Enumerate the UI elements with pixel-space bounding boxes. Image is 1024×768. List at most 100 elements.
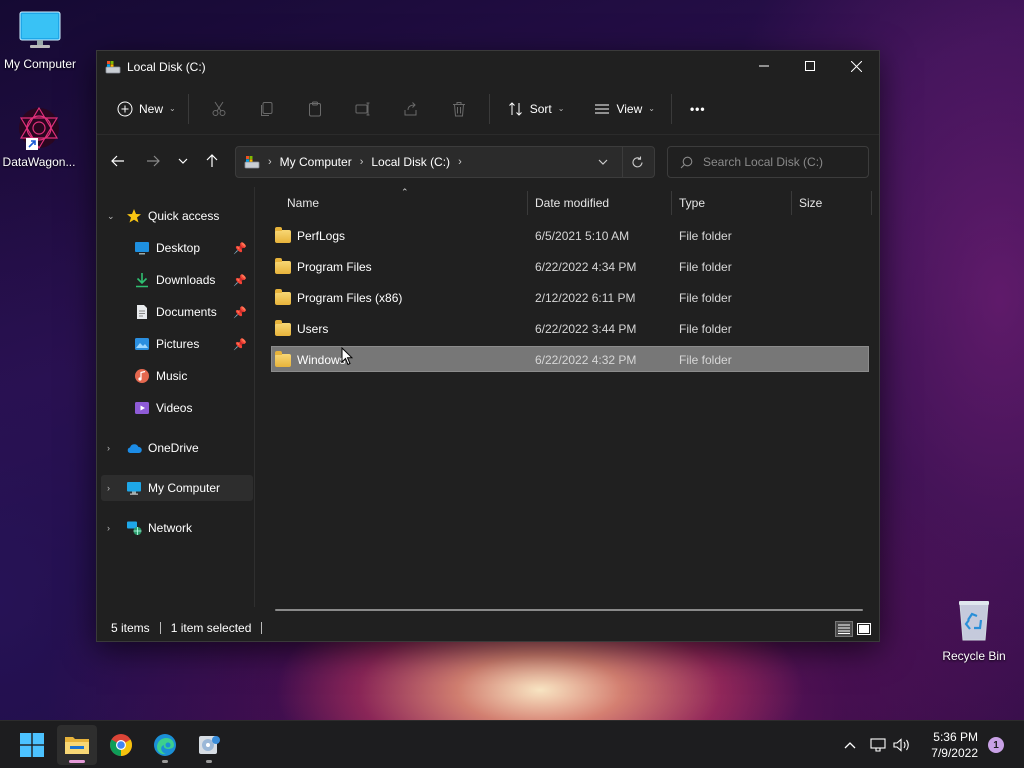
document-icon [137,305,147,319]
sidebar-item-downloads[interactable]: Downloads 📌 [101,267,253,293]
sidebar-item-pictures[interactable]: Pictures 📌 [101,331,253,357]
pin-icon[interactable]: 📌 [233,338,247,351]
sidebar-item-videos[interactable]: Videos [101,395,253,421]
desktop-icon-recycle-bin[interactable]: Recycle Bin [934,598,1014,663]
cloud-icon [127,444,142,453]
taskbar-app[interactable] [189,725,229,765]
column-header-date-modified[interactable]: Date modified [529,187,671,219]
up-button[interactable] [198,149,226,173]
pictures-icon [135,338,149,350]
name-cell: PerfLogs [275,223,345,249]
plus-circle-icon [117,101,133,116]
chevron-right-icon[interactable]: › [360,156,364,168]
active-app-indicator [69,760,85,763]
notification-badge[interactable]: 1 [988,737,1004,753]
chevron-right-icon[interactable]: › [268,156,272,168]
chevron-right-icon[interactable]: › [107,523,110,533]
divider [261,622,263,634]
forward-button[interactable] [139,149,167,173]
sidebar-item-network[interactable]: › Network [101,515,253,541]
share-button[interactable] [387,93,435,125]
address-bar[interactable]: › My Computer › Local Disk (C:) › [235,146,655,178]
taskbar-edge[interactable] [145,725,185,765]
sidebar-item-label: My Computer [148,481,221,495]
column-header-type[interactable]: Type [673,187,791,219]
chevron-right-icon[interactable]: › [107,483,110,493]
maximize-button[interactable] [787,51,833,81]
desktop-icon-label: Recycle Bin [942,649,1006,663]
sidebar-item-music[interactable]: Music [101,363,253,389]
chevron-down-icon[interactable]: ⌄ [107,211,115,222]
sidebar-item-documents[interactable]: Documents 📌 [101,299,253,325]
sidebar-item-onedrive[interactable]: › OneDrive [101,435,253,461]
breadcrumb-my-computer[interactable]: My Computer [280,155,352,169]
recent-locations-button[interactable] [169,149,197,173]
breadcrumb-local-disk[interactable]: Local Disk (C:) [371,155,450,169]
table-row[interactable]: Program Files (x86) 2/12/2022 6:11 PM Fi… [271,285,869,311]
title-bar[interactable]: Local Disk (C:) [97,51,879,83]
taskbar-chrome[interactable] [101,725,141,765]
type-cell: File folder [679,291,732,305]
refresh-button[interactable] [622,147,652,177]
chevron-right-icon[interactable]: › [458,156,462,168]
folder-icon [275,257,291,274]
back-button[interactable] [104,149,132,173]
table-row[interactable]: Users 6/22/2022 3:44 PM File folder [271,316,869,342]
pin-icon[interactable]: 📌 [233,274,247,287]
column-divider[interactable] [671,191,672,215]
network-status-button[interactable] [868,735,888,755]
edge-icon [154,734,176,756]
chevron-right-icon[interactable]: › [107,443,110,453]
volume-button[interactable] [892,735,912,755]
horizontal-scrollbar[interactable] [275,609,863,611]
column-divider[interactable] [871,191,872,215]
name-cell: Program Files [275,254,372,280]
scissors-icon [212,101,226,116]
delete-button[interactable] [435,93,483,125]
show-hidden-icons-button[interactable] [840,735,860,755]
column-divider[interactable] [791,191,792,215]
sidebar-item-my-computer[interactable]: › My Computer [101,475,253,501]
divider [670,93,672,124]
pin-icon[interactable]: 📌 [233,306,247,319]
sidebar-item-quick-access[interactable]: ⌄ Quick access [101,203,253,229]
clock[interactable]: 5:36 PM 7/9/2022 [931,729,978,761]
column-header-row: ⌃ Name Date modified Type Size [271,187,872,219]
address-history-button[interactable] [588,147,618,177]
sidebar-item-desktop[interactable]: Desktop 📌 [101,235,253,261]
sidebar-item-label: Videos [156,401,193,415]
command-bar: New ⌄ Sort ⌄ View ⌄ ••• [97,83,879,135]
folder-icon [275,350,291,367]
start-button[interactable] [12,725,52,765]
minimize-button[interactable] [741,51,787,81]
column-divider[interactable] [527,191,528,215]
rename-button[interactable] [339,93,387,125]
date-cell: 6/22/2022 4:34 PM [535,260,637,274]
search-box[interactable]: Search Local Disk (C:) [667,146,869,178]
table-row-selected[interactable]: Windows 6/22/2022 4:32 PM File folder [271,346,869,372]
table-row[interactable]: PerfLogs 6/5/2021 5:10 AM File folder [271,223,869,249]
sort-button[interactable]: Sort ⌄ [502,93,571,125]
desktop-icon-datawagon[interactable]: DataWagon... [0,104,80,169]
search-icon [680,156,693,168]
details-view-button[interactable] [835,621,853,637]
copy-button[interactable] [243,93,291,125]
pin-icon[interactable]: 📌 [233,242,247,255]
column-header-size[interactable]: Size [793,187,869,219]
paste-button[interactable] [291,93,339,125]
search-placeholder: Search Local Disk (C:) [703,155,824,169]
new-button[interactable]: New ⌄ [111,93,182,125]
more-options-button[interactable]: ••• [684,93,712,125]
close-button[interactable] [833,51,879,81]
view-button[interactable]: View ⌄ [588,93,661,125]
new-button-label: New [139,101,164,116]
taskbar-file-explorer[interactable] [57,725,97,765]
download-icon [136,273,148,288]
column-header-name[interactable]: Name [281,187,527,219]
name-cell: Windows [275,347,346,373]
large-icons-view-button[interactable] [855,621,873,637]
desktop-icon-my-computer[interactable]: My Computer [0,10,80,71]
cut-button[interactable] [195,93,243,125]
computer-icon [127,482,141,495]
table-row[interactable]: Program Files 6/22/2022 4:34 PM File fol… [271,254,869,280]
